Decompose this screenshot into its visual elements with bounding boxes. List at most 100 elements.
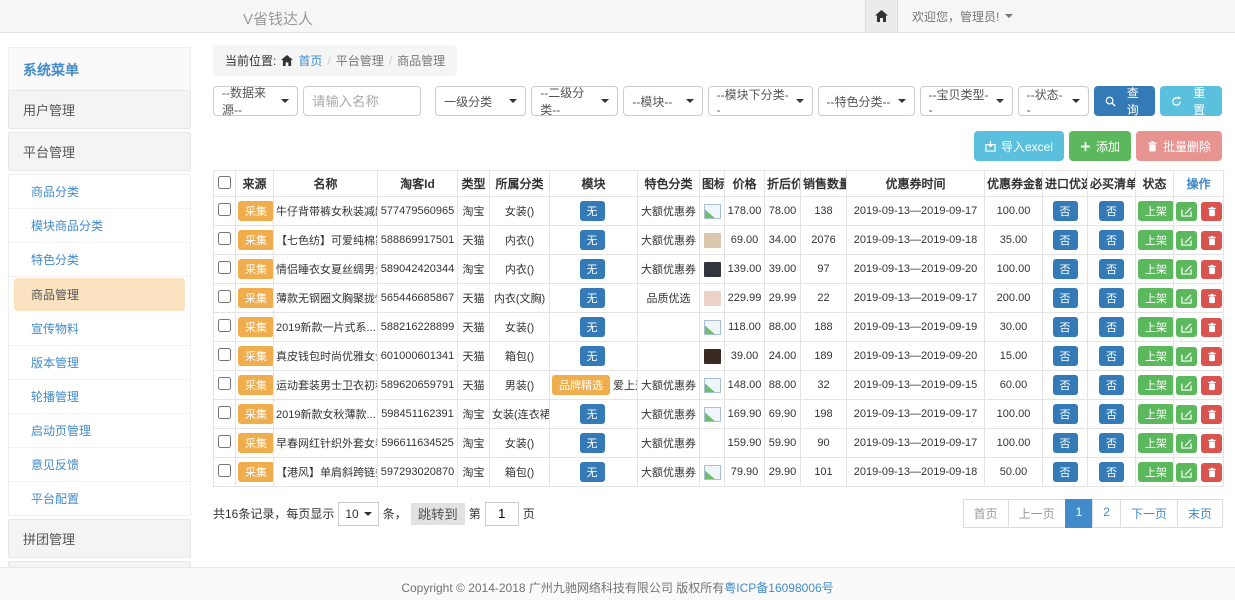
pager-last[interactable]: 末页 xyxy=(1177,499,1223,528)
delete-button[interactable] xyxy=(1201,289,1222,308)
status-badge[interactable]: 上架 xyxy=(1138,288,1174,308)
submenu-item[interactable]: 特色分类 xyxy=(9,243,190,277)
submenu-item[interactable]: 商品管理 xyxy=(14,278,185,311)
filter-source-select[interactable]: --数据来源-- xyxy=(213,86,298,116)
status-badge[interactable]: 上架 xyxy=(1138,404,1174,424)
filter-cat2-select[interactable]: --二级分类-- xyxy=(531,86,618,116)
row-checkbox[interactable] xyxy=(218,435,231,448)
import-select-badge[interactable]: 否 xyxy=(1053,346,1078,366)
status-badge[interactable]: 上架 xyxy=(1138,375,1174,395)
row-checkbox[interactable] xyxy=(218,261,231,274)
edit-button[interactable] xyxy=(1176,405,1197,424)
sidebar-item[interactable]: 拼团管理 xyxy=(8,519,191,558)
delete-button[interactable] xyxy=(1201,405,1222,424)
must-buy-badge[interactable]: 否 xyxy=(1099,201,1124,221)
per-page-select[interactable]: 10 xyxy=(338,502,378,526)
filter-module-sub-select[interactable]: --模块下分类-- xyxy=(708,86,813,116)
filter-feature-select[interactable]: --特色分类-- xyxy=(818,86,915,116)
row-checkbox[interactable] xyxy=(218,319,231,332)
status-badge[interactable]: 上架 xyxy=(1138,230,1174,250)
edit-button[interactable] xyxy=(1176,231,1197,250)
import-select-badge[interactable]: 否 xyxy=(1053,230,1078,250)
import-select-badge[interactable]: 否 xyxy=(1053,201,1078,221)
name-search-input[interactable] xyxy=(303,86,421,116)
import-select-badge[interactable]: 否 xyxy=(1053,375,1078,395)
search-button[interactable]: 查询 xyxy=(1094,86,1156,116)
must-buy-badge[interactable]: 否 xyxy=(1099,317,1124,337)
edit-button[interactable] xyxy=(1176,318,1197,337)
batch-delete-button[interactable]: 批量删除 xyxy=(1136,131,1222,161)
import-select-badge[interactable]: 否 xyxy=(1053,259,1078,279)
import-select-badge[interactable]: 否 xyxy=(1053,288,1078,308)
row-checkbox[interactable] xyxy=(218,348,231,361)
edit-button[interactable] xyxy=(1176,434,1197,453)
icp-link[interactable]: 粤ICP备16098006号 xyxy=(724,581,833,595)
import-select-badge[interactable]: 否 xyxy=(1053,317,1078,337)
edit-button[interactable] xyxy=(1176,376,1197,395)
delete-button[interactable] xyxy=(1201,318,1222,337)
delete-button[interactable] xyxy=(1201,376,1222,395)
must-buy-badge[interactable]: 否 xyxy=(1099,404,1124,424)
submenu-item[interactable]: 宣传物料 xyxy=(9,312,190,346)
pager-prev[interactable]: 上一页 xyxy=(1008,499,1066,528)
page-number-input[interactable] xyxy=(485,502,519,526)
status-badge[interactable]: 上架 xyxy=(1138,346,1174,366)
sidebar-item-user-management[interactable]: 用户管理 xyxy=(8,90,191,129)
jump-button[interactable]: 跳转到 xyxy=(411,503,465,525)
filter-module-select[interactable]: --模块-- xyxy=(623,86,702,116)
row-checkbox[interactable] xyxy=(218,203,231,216)
select-all-checkbox[interactable] xyxy=(218,176,231,189)
pager-page-2[interactable]: 2 xyxy=(1092,499,1121,528)
submenu-item[interactable]: 版本管理 xyxy=(9,346,190,380)
import-select-badge[interactable]: 否 xyxy=(1053,433,1078,453)
submenu-item[interactable]: 意见反馈 xyxy=(9,448,190,482)
status-badge[interactable]: 上架 xyxy=(1138,433,1174,453)
must-buy-badge[interactable]: 否 xyxy=(1099,288,1124,308)
status-badge[interactable]: 上架 xyxy=(1138,317,1174,337)
edit-button[interactable] xyxy=(1176,289,1197,308)
row-checkbox[interactable] xyxy=(218,377,231,390)
add-button[interactable]: 添加 xyxy=(1069,131,1131,161)
row-checkbox[interactable] xyxy=(218,464,231,477)
filter-item-type-select[interactable]: --宝贝类型-- xyxy=(920,86,1013,116)
user-menu[interactable]: 欢迎您，管理员! xyxy=(898,0,1013,32)
home-button[interactable] xyxy=(865,0,898,32)
import-excel-button[interactable]: 导入excel xyxy=(974,131,1064,161)
status-badge[interactable]: 上架 xyxy=(1138,259,1174,279)
must-buy-badge[interactable]: 否 xyxy=(1099,259,1124,279)
edit-button[interactable] xyxy=(1176,347,1197,366)
pager-next[interactable]: 下一页 xyxy=(1120,499,1178,528)
submenu-item[interactable]: 商品分类 xyxy=(9,175,190,209)
sidebar-item-platform-management[interactable]: 平台管理 xyxy=(8,132,191,171)
must-buy-badge[interactable]: 否 xyxy=(1099,346,1124,366)
filter-status-select[interactable]: --状态-- xyxy=(1018,86,1089,116)
filter-cat1-select[interactable]: 一级分类 xyxy=(435,86,526,116)
submenu-item[interactable]: 模块商品分类 xyxy=(9,209,190,243)
submenu-item[interactable]: 平台配置 xyxy=(9,482,190,515)
must-buy-badge[interactable]: 否 xyxy=(1099,462,1124,482)
reset-button[interactable]: 重置 xyxy=(1160,86,1222,116)
import-select-badge[interactable]: 否 xyxy=(1053,462,1078,482)
row-checkbox[interactable] xyxy=(218,406,231,419)
status-badge[interactable]: 上架 xyxy=(1138,462,1174,482)
delete-button[interactable] xyxy=(1201,463,1222,482)
status-badge[interactable]: 上架 xyxy=(1138,201,1174,221)
delete-button[interactable] xyxy=(1201,434,1222,453)
import-select-badge[interactable]: 否 xyxy=(1053,404,1078,424)
delete-button[interactable] xyxy=(1201,347,1222,366)
edit-button[interactable] xyxy=(1176,463,1197,482)
must-buy-badge[interactable]: 否 xyxy=(1099,230,1124,250)
pager-page-1[interactable]: 1 xyxy=(1065,499,1094,528)
submenu-item[interactable]: 轮播管理 xyxy=(9,380,190,414)
pager-first[interactable]: 首页 xyxy=(963,499,1009,528)
row-checkbox[interactable] xyxy=(218,290,231,303)
row-checkbox[interactable] xyxy=(218,232,231,245)
edit-button[interactable] xyxy=(1176,260,1197,279)
must-buy-badge[interactable]: 否 xyxy=(1099,375,1124,395)
delete-button[interactable] xyxy=(1201,202,1222,221)
edit-button[interactable] xyxy=(1176,202,1197,221)
submenu-item[interactable]: 启动页管理 xyxy=(9,414,190,448)
breadcrumb-home-link[interactable]: 首页 xyxy=(298,52,322,69)
delete-button[interactable] xyxy=(1201,260,1222,279)
delete-button[interactable] xyxy=(1201,231,1222,250)
